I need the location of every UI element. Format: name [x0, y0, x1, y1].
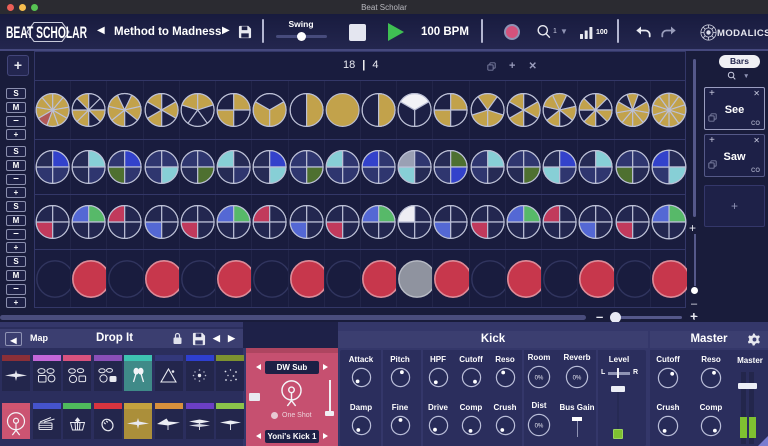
svg-text:0%: 0%: [573, 375, 582, 381]
svg-text:0%: 0%: [535, 375, 544, 381]
svg-text:0%: 0%: [535, 423, 544, 429]
svg-text:BEAT SCHOLAR: BEAT SCHOLAR: [6, 23, 87, 42]
